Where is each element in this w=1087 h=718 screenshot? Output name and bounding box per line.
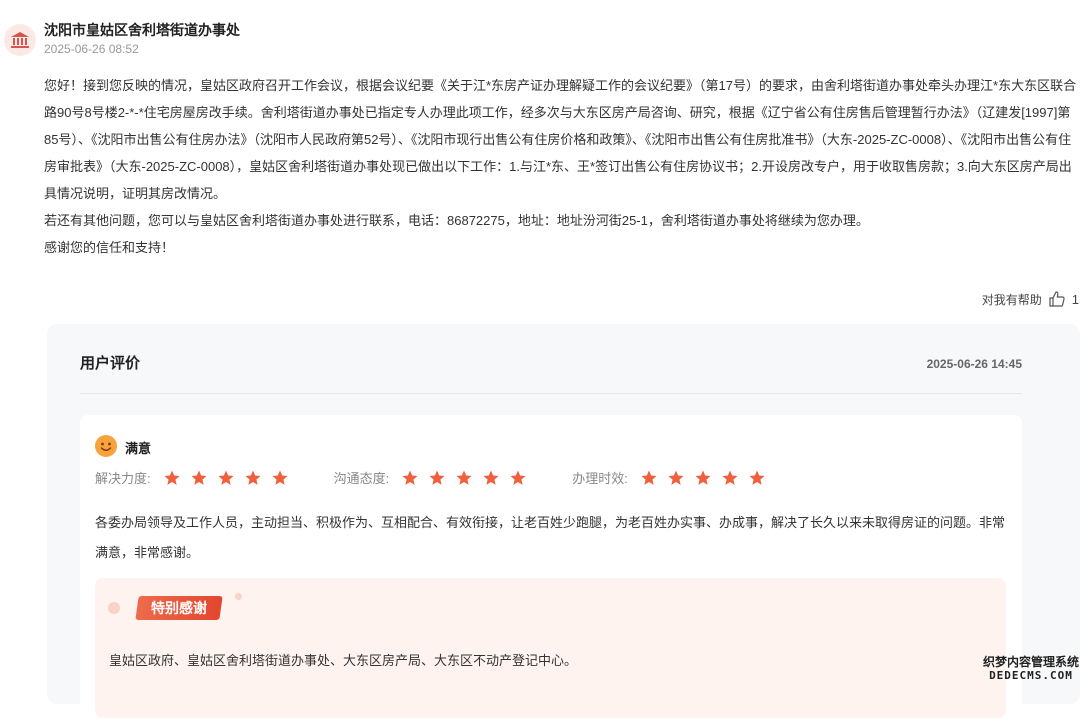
decorative-dot — [235, 593, 242, 600]
star-icon — [456, 470, 472, 485]
evaluation-comment: 各委办局领导及工作人员，主动担当、积极作为、互相配合、有效衔接，让老百姓少跑腿，… — [95, 515, 1006, 560]
star-icon — [749, 470, 765, 485]
star-icon — [191, 470, 207, 485]
star-rating — [401, 469, 536, 487]
helpful-label: 对我有帮助 — [981, 292, 1042, 307]
star-icon — [695, 470, 711, 485]
watermark-line: 织梦内容管理系统 — [982, 655, 1079, 669]
org-name: 沈阳市皇姑区舍利塔街道办事处 — [44, 22, 240, 38]
thumbs-up-icon — [1049, 291, 1065, 307]
star-icon — [641, 470, 657, 485]
special-thanks-text: 皇姑区政府、皇姑区舍利塔街道办事处、大东区房产局、大东区不动产登记中心。 — [109, 653, 578, 668]
evaluation-detail: 满意 解决力度: 沟通态度: 办理时效: 各委办局领导及工作人员，主动担当、积极… — [80, 415, 1022, 718]
star-icon — [218, 470, 234, 485]
divider — [80, 393, 1022, 394]
rating-label: 办理时效: — [572, 471, 628, 486]
watermark-line: DEDECMS.COM — [989, 669, 1073, 682]
star-icon — [722, 470, 738, 485]
star-icon — [668, 470, 684, 485]
reply-timestamp: 2025-06-26 08:52 — [44, 42, 139, 56]
rating-label: 沟通态度: — [333, 471, 390, 486]
evaluation-date: 2025-06-26 14:45 — [926, 357, 1022, 371]
star-icon — [429, 470, 445, 485]
helpful-button[interactable]: 对我有帮助 1 — [982, 290, 1079, 308]
star-icon — [164, 470, 180, 485]
special-thanks-badge: 特别感谢 — [135, 596, 223, 620]
smiley-face-icon — [95, 435, 117, 457]
rating-timeliness: 办理时效: — [572, 468, 775, 487]
reply-paragraph: 若还有其他问题，您可以与皇姑区舍利塔街道办事处进行联系，电话：86872275，… — [44, 213, 869, 228]
org-avatar — [4, 24, 36, 56]
reply-content: 您好！接到您反映的情况，皇姑区政府召开工作会议，根据会议纪要《关于江*东房产证办… — [44, 72, 1080, 261]
star-rating — [640, 469, 775, 487]
star-icon — [510, 470, 526, 485]
rating-resolution: 解决力度: — [95, 468, 298, 487]
rating-attitude: 沟通态度: — [334, 468, 537, 487]
reply-paragraph: 感谢您的信任和支持！ — [44, 240, 175, 255]
government-building-icon — [11, 32, 29, 48]
star-rating — [163, 469, 298, 487]
decorative-dot — [108, 602, 120, 614]
evaluation-title: 用户评价 — [80, 355, 141, 372]
satisfaction-label: 满意 — [125, 441, 152, 456]
star-icon — [245, 470, 261, 485]
star-icon — [483, 470, 499, 485]
helpful-count: 1 — [1071, 291, 1079, 307]
rating-label: 解决力度: — [95, 471, 151, 486]
star-icon — [402, 470, 418, 485]
special-thanks-section: 特别感谢 皇姑区政府、皇姑区舍利塔街道办事处、大东区房产局、大东区不动产登记中心… — [95, 578, 1006, 718]
watermark: 织梦内容管理系统 DEDECMS.COM — [983, 655, 1079, 683]
star-icon — [272, 470, 288, 485]
reply-paragraph: 您好！接到您反映的情况，皇姑区政府召开工作会议，根据会议纪要《关于江*东房产证办… — [44, 78, 1077, 201]
special-thanks-label: 特别感谢 — [151, 600, 207, 616]
user-evaluation-card: 用户评价 2025-06-26 14:45 满意 解决力度: 沟通态度: 办理时… — [47, 324, 1080, 718]
rating-row: 解决力度: 沟通态度: 办理时效: — [95, 468, 811, 487]
